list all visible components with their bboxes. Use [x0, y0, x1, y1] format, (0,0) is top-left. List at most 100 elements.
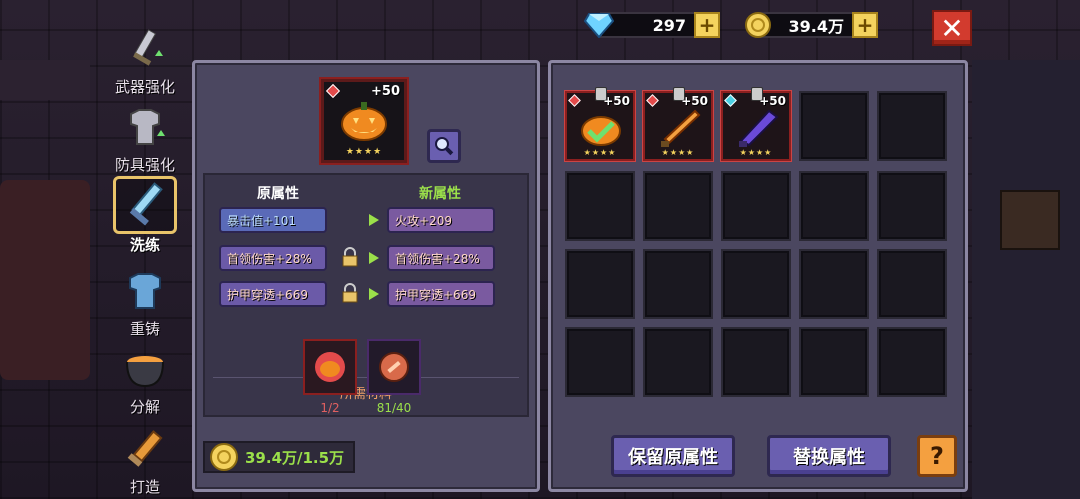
inventory-slot-empty[interactable] [565, 171, 635, 241]
sword-upgrade-icon [115, 24, 175, 76]
inventory-panel: +50 ★★★★ +50 ★★★★ +50 ★★★★ 保留原属性 替换属性 ? [548, 60, 968, 492]
replace-attributes-button[interactable]: 替换属性 [767, 435, 891, 477]
pumpkin-material-icon [315, 352, 345, 382]
nav-reforge[interactable]: 洗练 [100, 176, 190, 255]
divider [213, 377, 519, 378]
old-attribute-2: 首领伤害+28% [219, 245, 327, 271]
slot-plus: +50 [759, 94, 786, 108]
close-icon: ✕ [940, 11, 964, 45]
inventory-slot-empty[interactable] [721, 171, 791, 241]
pumpkin-equipped-icon [581, 116, 621, 146]
slot-stars: ★★★★ [661, 148, 695, 157]
coin-icon [745, 12, 771, 38]
inventory-slot[interactable]: +50 ★★★★ [721, 87, 791, 161]
diamond-icon [584, 13, 614, 38]
slot-plus: +50 [603, 94, 630, 108]
inventory-slot-empty[interactable] [643, 249, 713, 319]
gem-amount: 297 [600, 12, 696, 38]
selected-item-slot[interactable]: +50 ★★★★ [321, 79, 407, 163]
inventory-slot-empty[interactable] [643, 171, 713, 241]
material-count: 1/2 [320, 401, 340, 415]
inventory-slot[interactable]: +50 ★★★★ [565, 87, 635, 161]
nav-label: 洗练 [129, 236, 160, 254]
nav-decompose[interactable]: 分解 [100, 344, 190, 417]
reforge-sword-icon [113, 176, 177, 234]
nav-label: 打造 [129, 478, 160, 496]
nav-recast[interactable]: 重铸 [100, 266, 190, 339]
magnifier-icon [435, 137, 454, 156]
pumpkin-icon [341, 102, 387, 141]
close-button[interactable]: ✕ [932, 10, 972, 46]
red-gem-icon [646, 94, 659, 107]
attributes-area: 原属性 新属性 暴击值+101 火攻+209 首领伤害+28% 首领伤害+28%… [203, 173, 529, 417]
bg-shelf [0, 60, 90, 100]
blue-gem-icon [724, 94, 737, 107]
slot-plus: +50 [681, 94, 708, 108]
item-stars: ★★★★ [345, 147, 383, 157]
nav-label: 防具强化 [114, 156, 175, 174]
lock-icon[interactable] [341, 247, 359, 267]
nav-weapon-upgrade[interactable]: 武器强化 [100, 24, 190, 97]
inventory-slot-empty[interactable] [565, 249, 635, 319]
material-count: 81/40 [376, 401, 412, 415]
gem-counter: 297 + [584, 10, 720, 40]
new-attributes-title: 新属性 [419, 186, 461, 202]
bg-crate [1000, 190, 1060, 250]
gold-counter: 39.4万 + [744, 10, 878, 40]
red-gem-icon [325, 83, 341, 99]
new-attribute-1: 火攻+209 [387, 207, 495, 233]
gold-cost-bar: 39.4万/1.5万 [203, 441, 355, 473]
nav-label: 重铸 [129, 320, 160, 338]
gold-cost: 39.4万/1.5万 [245, 448, 345, 467]
bg-floor-right [972, 60, 1080, 499]
slot-stars: ★★★★ [583, 148, 617, 157]
armor-upgrade-icon [115, 102, 175, 154]
recast-armor-icon [115, 266, 175, 318]
old-attribute-1: 暴击值+101 [219, 207, 327, 233]
inventory-slot-empty[interactable] [721, 249, 791, 319]
arrow-icon [369, 214, 379, 226]
help-button[interactable]: ? [917, 435, 957, 477]
inventory-slot-empty[interactable] [799, 171, 869, 241]
inventory-slot-empty[interactable] [799, 327, 869, 397]
new-attribute-3: 护甲穿透+669 [387, 281, 495, 307]
old-attribute-3: 护甲穿透+669 [219, 281, 327, 307]
cauldron-icon [115, 344, 175, 396]
lock-icon[interactable] [341, 283, 359, 303]
dark-blade-icon [739, 109, 779, 147]
inventory-slot-empty[interactable] [877, 171, 947, 241]
reforge-panel: +50 ★★★★ 原属性 新属性 暴击值+101 火攻+209 首领伤害+28%… [192, 60, 540, 492]
red-gem-icon [568, 94, 581, 107]
reforge-stone-icon [379, 352, 409, 382]
inventory-slot-empty[interactable] [721, 327, 791, 397]
old-attributes-title: 原属性 [257, 186, 299, 202]
nav-label: 分解 [129, 398, 160, 416]
arrow-icon [369, 288, 379, 300]
inventory-slot-empty[interactable] [565, 327, 635, 397]
inventory-slot-empty[interactable] [799, 91, 869, 161]
inventory-slot-empty[interactable] [877, 249, 947, 319]
hammer-icon [115, 424, 175, 476]
add-gems-button[interactable]: + [694, 12, 720, 38]
inventory-slot-empty[interactable] [877, 327, 947, 397]
slot-stars: ★★★★ [739, 148, 773, 157]
nav-armor-upgrade[interactable]: 防具强化 [100, 102, 190, 175]
keep-original-button[interactable]: 保留原属性 [611, 435, 735, 477]
inventory-slot-empty[interactable] [643, 327, 713, 397]
add-gold-button[interactable]: + [852, 12, 878, 38]
gold-amount: 39.4万 [758, 12, 854, 38]
inspect-button[interactable] [427, 129, 461, 163]
inventory-slot[interactable]: +50 ★★★★ [643, 87, 713, 161]
inventory-slot-empty[interactable] [799, 249, 869, 319]
nav-craft[interactable]: 打造 [100, 424, 190, 497]
material-slot-scroll[interactable] [367, 339, 421, 395]
item-enhance-level: +50 [371, 84, 400, 99]
new-attribute-2: 首领伤害+28% [387, 245, 495, 271]
bg-furniture [0, 180, 90, 380]
inventory-slot-empty[interactable] [877, 91, 947, 161]
arrow-icon [369, 252, 379, 264]
materials-title: 所需材料 [339, 387, 392, 402]
material-slot-pumpkin[interactable] [303, 339, 357, 395]
resource-bar: 297 + 39.4万 + ✕ [560, 6, 1080, 46]
fire-sword-icon [661, 109, 701, 147]
